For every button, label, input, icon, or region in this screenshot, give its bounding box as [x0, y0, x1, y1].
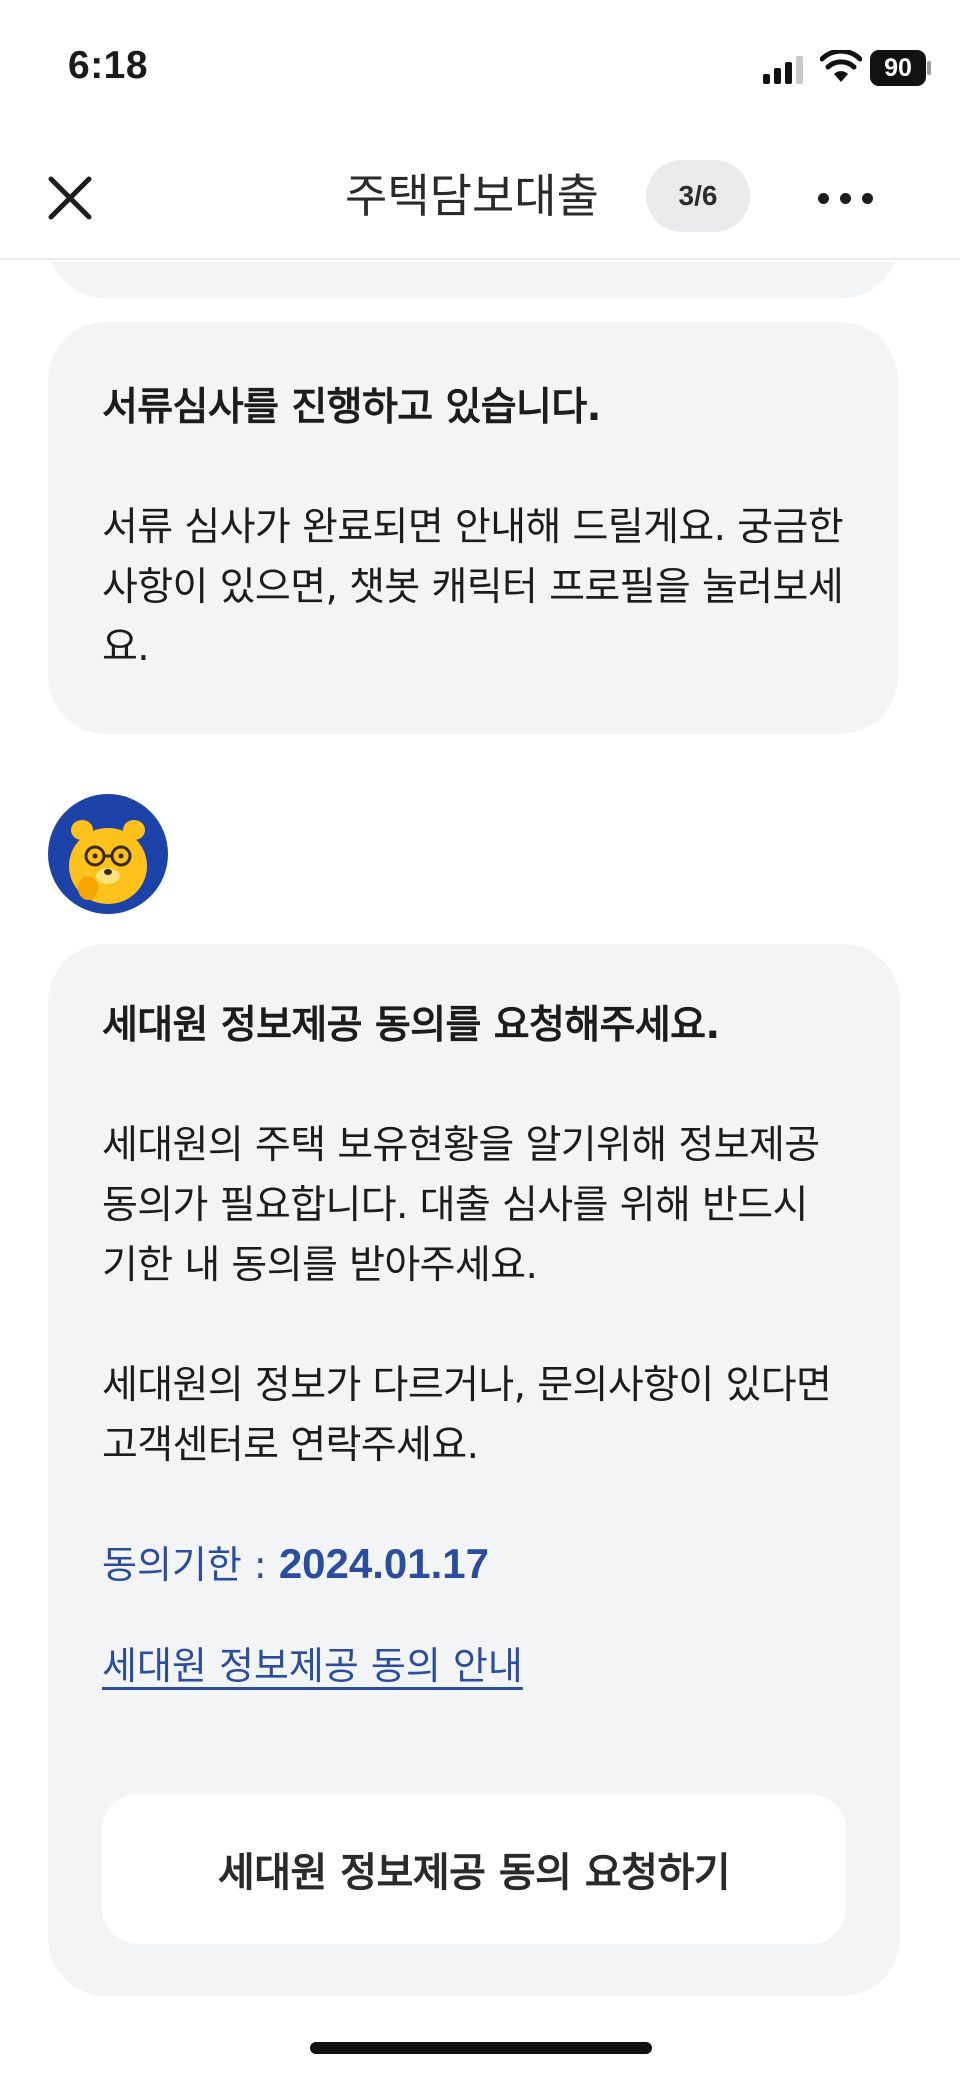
- more-icon-dot: [861, 192, 873, 204]
- message-heading: 서류심사를 진행하고 있습니다.: [102, 385, 601, 430]
- message-body: 세대원의 주택 보유현황을 알기위해 정보제공 동의가 필요합니다. 대출 심사…: [102, 1123, 820, 1288]
- more-button[interactable]: [800, 170, 890, 226]
- step-badge: 3/6: [646, 160, 750, 232]
- page-title: 주택담보대출: [345, 169, 599, 223]
- more-icon: [817, 192, 829, 204]
- message-body: 서류 심사가 완료되면 안내해 드릴게요. 궁금한 사항이 있으면, 챗봇 캐릭…: [102, 505, 844, 670]
- status-bar: 6:18 90: [0, 0, 960, 130]
- battery-level: 90: [884, 54, 912, 82]
- chatbot-avatar[interactable]: [48, 794, 168, 914]
- loan-chat-screen: 6:18 90 주택담보대출 3/6 서류심사를 진행하고 있습니다. 서류 심…: [0, 0, 960, 2079]
- more-icon-dot: [839, 192, 851, 204]
- deadline-date: 2024.01.17: [278, 1540, 490, 1587]
- bear-character-icon: [69, 820, 147, 904]
- navigation-bar: 주택담보대출 3/6: [0, 130, 960, 260]
- signal-icon: [763, 56, 803, 84]
- consent-deadline: 동의기한 : 2024.01.17: [102, 1534, 846, 1594]
- status-time: 6:18: [68, 44, 149, 87]
- close-button[interactable]: [36, 164, 104, 232]
- previous-message-bubble: [48, 262, 898, 298]
- message-heading: 세대원 정보제공 동의를 요청해주세요.: [102, 1003, 720, 1048]
- close-icon: [48, 176, 92, 220]
- message-bubble-review: 서류심사를 진행하고 있습니다. 서류 심사가 완료되면 안내해 드릴게요. 궁…: [48, 322, 898, 734]
- wifi-icon: [820, 50, 862, 82]
- deadline-label: 동의기한 :: [102, 1543, 279, 1587]
- message-bubble-consent: 세대원 정보제공 동의를 요청해주세요. 세대원의 주택 보유현황을 알기위해 …: [48, 944, 900, 1996]
- message-body-contact: 세대원의 정보가 다르거나, 문의사항이 있다면 고객센터로 연락주세요.: [102, 1363, 832, 1468]
- consent-request-button[interactable]: 세대원 정보제공 동의 요청하기: [102, 1794, 846, 1944]
- chat-area[interactable]: 서류심사를 진행하고 있습니다. 서류 심사가 완료되면 안내해 드릴게요. 궁…: [0, 262, 960, 2079]
- home-indicator: [310, 2042, 652, 2054]
- consent-info-link[interactable]: 세대원 정보제공 동의 안내: [102, 1636, 523, 1696]
